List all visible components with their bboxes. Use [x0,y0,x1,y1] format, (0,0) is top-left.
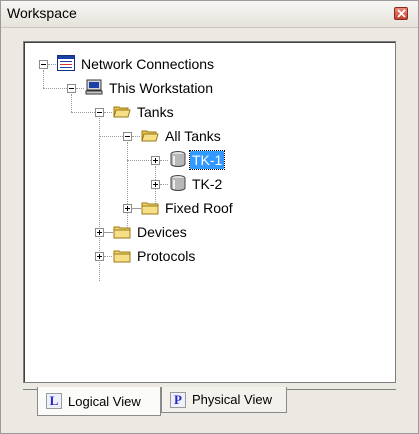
folder-icon [113,226,131,239]
physical-view-icon: P [170,391,186,408]
folder-open-icon [113,106,131,118]
tree-node-label: Tanks [137,104,174,120]
window-title: Workspace [7,5,77,21]
view-tabs: L Logical View P Physical View [1,387,418,427]
tab-label: Physical View [192,392,272,407]
tree-node-all-tanks[interactable]: All Tanks [24,126,384,146]
computer-icon [85,79,103,95]
expand-toggle[interactable] [95,228,104,237]
tree-node-label: All Tanks [165,128,221,144]
tab-label: Logical View [68,393,141,409]
tree-node-label: Protocols [137,248,196,264]
tree-node-tanks[interactable]: Tanks [24,102,384,122]
tree-node-network-connections[interactable]: Network Connections [24,54,384,74]
tree-node-label: This Workstation [109,80,213,96]
tab-physical-view[interactable]: P Physical View [161,387,287,413]
tree-node-tk-2[interactable]: TK-2 [24,174,384,194]
expand-toggle[interactable] [123,204,132,213]
expand-toggle[interactable] [151,156,160,165]
tree-node-protocols[interactable]: Protocols [24,246,384,266]
title-bar: Workspace [1,1,418,28]
workspace-window: Workspace Network Connections This Works… [0,0,419,434]
tree-node-devices[interactable]: Devices [24,222,384,242]
tree-node-label: Fixed Roof [165,200,233,216]
tank-icon [170,175,186,191]
expand-toggle[interactable] [151,180,160,189]
collapse-toggle[interactable] [95,108,104,117]
tree-node-label: TK-1 [188,150,226,170]
tree-node-tk-1[interactable]: TK-1 [24,150,384,170]
tree-node-label: Devices [137,224,187,240]
workspace-tree: Network Connections This Workstation Tan… [24,42,395,382]
collapse-toggle[interactable] [39,60,48,69]
tank-icon [170,151,186,167]
tab-logical-view[interactable]: L Logical View [37,387,161,416]
tree-node-this-workstation[interactable]: This Workstation [24,78,384,98]
folder-open-icon [141,130,159,142]
collapse-toggle[interactable] [123,132,132,141]
tree-node-label: TK-2 [192,176,223,192]
tree-node-label: Network Connections [81,56,215,72]
tree-panel[interactable]: Network Connections This Workstation Tan… [23,41,396,383]
close-icon[interactable] [394,7,408,20]
folder-icon [141,202,159,215]
network-connections-icon [57,55,75,71]
logical-view-icon: L [46,393,62,409]
collapse-toggle[interactable] [67,84,76,93]
expand-toggle[interactable] [95,252,104,261]
tree-node-fixed-roof[interactable]: Fixed Roof [24,198,384,218]
folder-icon [113,250,131,263]
